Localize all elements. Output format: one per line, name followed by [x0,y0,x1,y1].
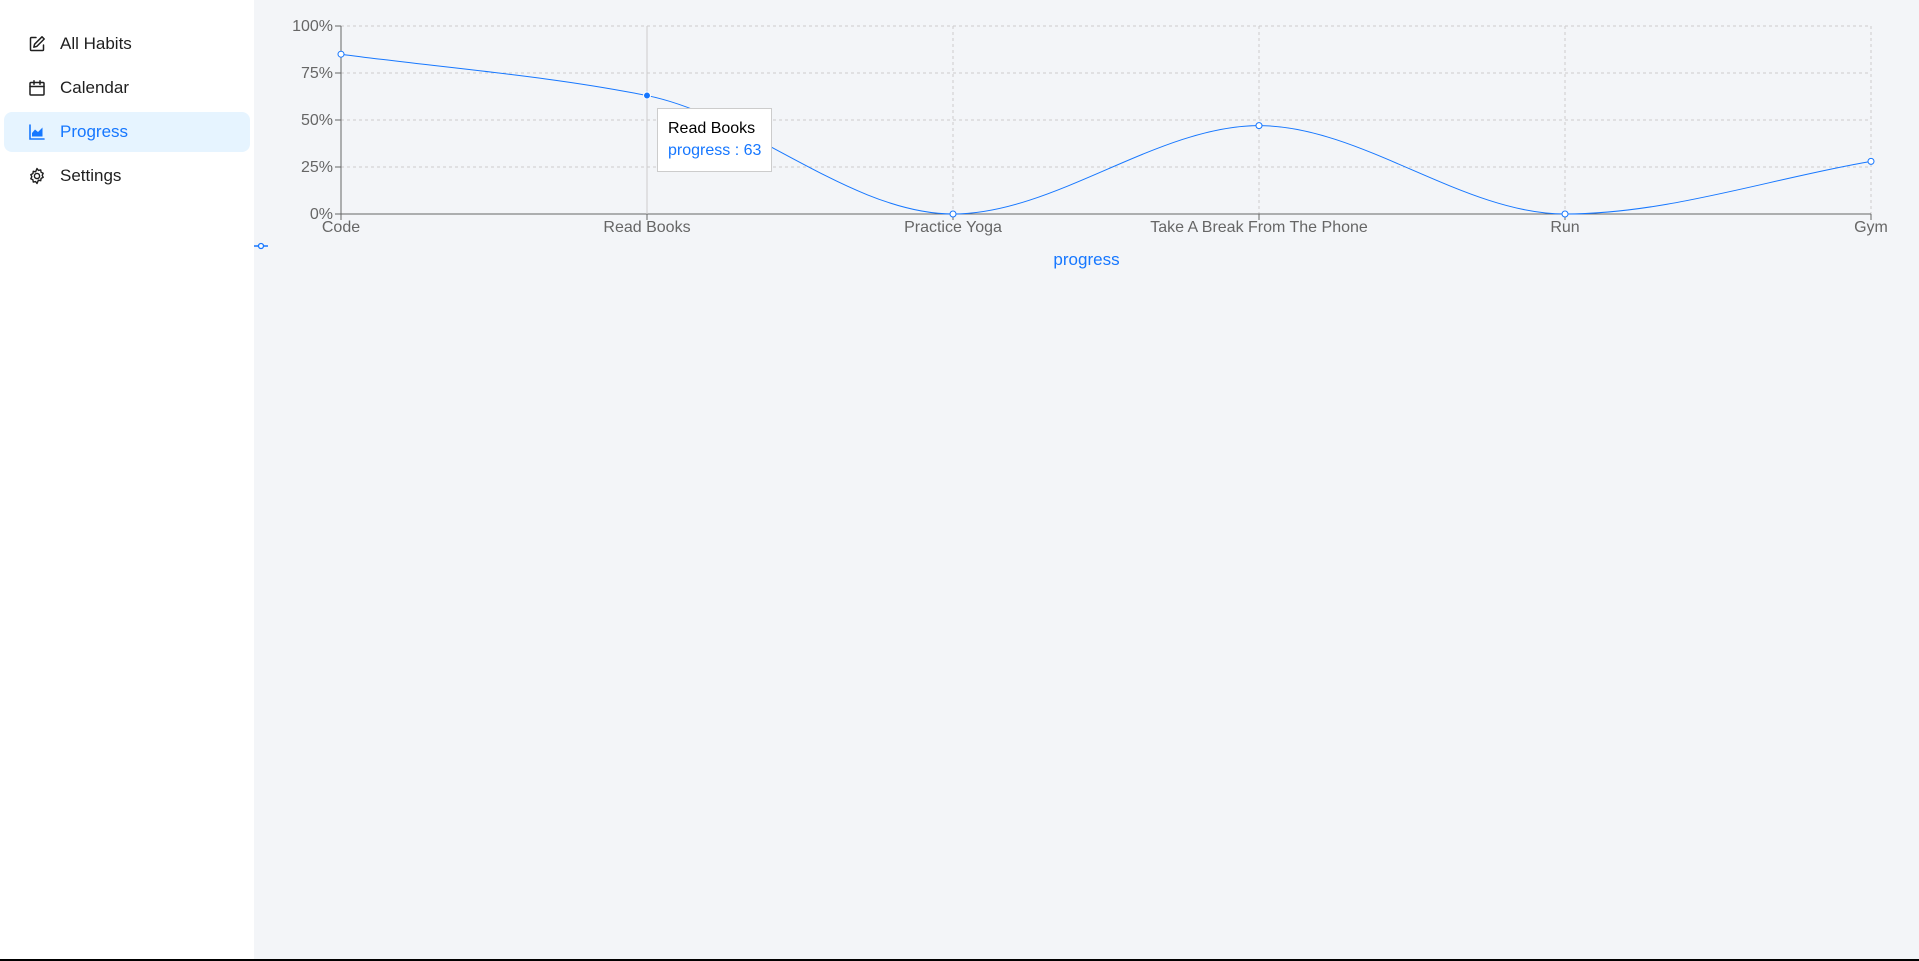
sidebar-item-label: All Habits [60,34,132,53]
data-point [1561,210,1569,218]
sidebar: All Habits Calendar Progress Settings [0,0,254,959]
tooltip-title: Read Books [668,120,756,137]
chart-svg: 0%25%50%75%100%Code Read Books Practice Yo… [292,18,1888,236]
chart-tooltip: Read Books progress : 63 [657,108,773,172]
tooltip-value: progress : 63 [668,142,762,159]
progress-chart[interactable]: 0% 25% 50% 75% 100% Code Read Books Practice Yo… [254,0,1919,280]
sidebar-item-all-habits[interactable]: All Habits [4,24,250,64]
legend-label: progress [1053,250,1120,269]
sidebar-item-label: Progress [60,122,129,141]
series-line-progress [340,53,1872,215]
edit-icon [28,35,46,53]
data-point [949,210,957,218]
area-chart-icon [28,123,46,141]
data-point-active [643,91,651,100]
app-window: All Habits Calendar Progress Settings 0%… [0,0,1919,959]
x-tick-label: Practice Yoga [904,219,1002,236]
legend-line-icon [254,242,268,250]
data-point [1255,122,1263,130]
chart-legend[interactable]: progress [254,242,1919,270]
main-content: 0% 25% 50% 75% 100% Code Read Books Practice Yo… [254,0,1919,959]
sidebar-item-label: Calendar [60,78,129,97]
x-tick-label: Gym [1854,219,1888,236]
x-tick-label: Take A Break From The Phone [1150,219,1368,236]
data-point [337,50,345,58]
y-tick-label: 75% [301,65,333,82]
calendar-icon [28,79,46,97]
x-tick-label: Code [322,219,360,236]
x-tick-label: Run [1550,219,1579,236]
sidebar-item-calendar[interactable]: Calendar [4,68,250,108]
y-tick-label: 25% [301,159,333,176]
y-tick-label: 100% [292,18,333,35]
y-tick-label: 50% [301,112,333,129]
sidebar-item-label: Settings [60,166,122,185]
sidebar-item-progress[interactable]: Progress [4,112,250,152]
x-tick-label: Read Books [603,219,690,236]
sidebar-item-settings[interactable]: Settings [4,156,250,196]
data-point [1867,157,1875,165]
gear-icon [28,167,46,185]
